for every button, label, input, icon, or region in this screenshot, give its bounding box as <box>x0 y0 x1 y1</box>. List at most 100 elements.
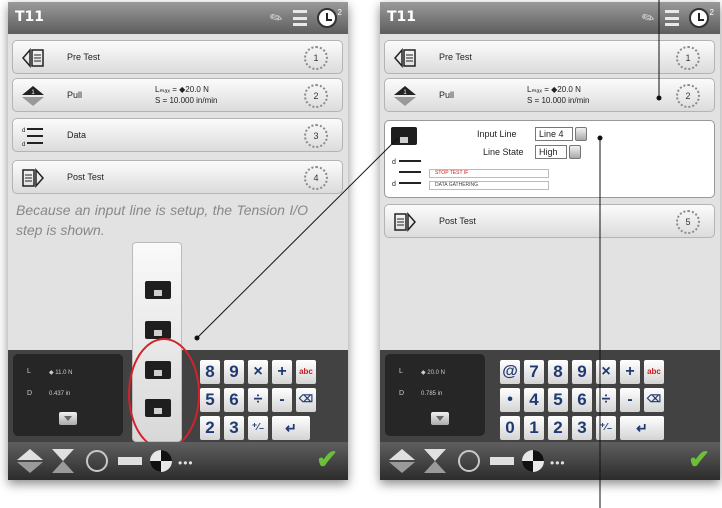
check-icon[interactable]: ✔ <box>316 444 338 475</box>
data-step-icon[interactable] <box>488 448 516 474</box>
cycle-step-icon[interactable] <box>84 448 110 474</box>
svg-text:d: d <box>22 128 25 134</box>
key-enter[interactable]: ↵ <box>272 416 310 440</box>
displacement-value: 0.437 in <box>49 391 71 397</box>
tension-io-step[interactable]: d d Input Line Line 4 Line State High ST… <box>384 120 715 198</box>
key-9[interactable]: 9 <box>224 360 244 384</box>
line-state-dropdown-icon[interactable] <box>569 145 581 159</box>
hourglass-step-icon[interactable] <box>422 448 448 474</box>
key-2[interactable]: 2 <box>200 416 220 440</box>
wrench-icon[interactable]: ✎ <box>638 7 658 29</box>
step-name: Pre Test <box>67 52 100 62</box>
line-state-select[interactable]: High <box>535 145 567 159</box>
pull-icon: 1 <box>22 86 44 106</box>
key-6[interactable]: 6 <box>224 388 244 412</box>
key-plus-minus[interactable]: ⁺⁄₋ <box>248 416 268 440</box>
input-line-dropdown-icon[interactable] <box>575 127 587 141</box>
key-0[interactable]: 0 <box>500 416 520 440</box>
key-divide[interactable]: ÷ <box>596 388 616 412</box>
step-post-test[interactable]: Post Test 4 <box>12 160 343 194</box>
pull-icon: 1 <box>394 86 416 106</box>
load-value: ◆ 20.0 N <box>421 370 445 376</box>
step-number: 1 <box>676 46 700 70</box>
svg-text:d: d <box>392 181 396 188</box>
menu-icon[interactable] <box>292 10 307 26</box>
key-multiply[interactable]: × <box>248 360 268 384</box>
key-backspace[interactable]: ⌫ <box>644 388 664 412</box>
input-line-label: Input Line <box>477 129 517 139</box>
live-readout: L ◆ 20.0 N D 0.785 in <box>385 354 485 436</box>
readout-dropdown-button[interactable] <box>59 412 77 425</box>
readout-dropdown-button[interactable] <box>431 412 449 425</box>
pre-test-icon <box>394 48 416 68</box>
right-device-screen: T11 ✎ 2 Pre Test 1 1 Pull Lₘₐₓ = ◆20.0 N… <box>380 2 720 480</box>
step-number: 5 <box>676 210 700 234</box>
key-backspace[interactable]: ⌫ <box>296 388 316 412</box>
bottom-toolbar: ••• ✔ <box>380 442 720 480</box>
step-pre-test[interactable]: Pre Test 1 <box>12 40 343 74</box>
step-number: 2 <box>676 84 700 108</box>
key-1[interactable]: 1 <box>524 416 544 440</box>
clock-icon[interactable] <box>688 8 709 28</box>
key-minus[interactable]: - <box>272 388 292 412</box>
step-post-test[interactable]: Post Test 5 <box>384 204 715 238</box>
step-name: Pre Test <box>439 52 472 62</box>
data-icon: d d <box>392 159 421 188</box>
test-title: T11 <box>387 9 417 25</box>
target-step-icon[interactable] <box>520 448 546 474</box>
pull-step-icon[interactable] <box>16 448 44 474</box>
step-number: 1 <box>304 46 328 70</box>
displacement-value: 0.785 in <box>421 391 443 397</box>
tray-step-icon[interactable] <box>145 321 171 339</box>
clock-icon[interactable] <box>316 8 337 28</box>
step-name: Post Test <box>67 172 104 182</box>
live-readout: L ◆ 11.0 N D 0.437 in <box>13 354 123 436</box>
key-5[interactable]: 5 <box>200 388 220 412</box>
pull-step-icon[interactable] <box>388 448 416 474</box>
input-line-select[interactable]: Line 4 <box>535 127 573 141</box>
key-plus[interactable]: + <box>272 360 292 384</box>
status-bar: T11 ✎ 2 <box>8 2 348 34</box>
post-test-icon <box>22 168 44 188</box>
post-test-icon <box>394 212 416 232</box>
step-pre-test[interactable]: Pre Test 1 <box>384 40 715 74</box>
tension-io-icon <box>391 127 417 145</box>
key-at[interactable]: @ <box>500 360 520 384</box>
key-multiply[interactable]: × <box>596 360 616 384</box>
menu-icon[interactable] <box>664 10 679 26</box>
check-icon[interactable]: ✔ <box>688 444 710 475</box>
key-6[interactable]: 6 <box>572 388 592 412</box>
step-number: 3 <box>304 124 328 148</box>
key-minus[interactable]: - <box>620 388 640 412</box>
step-data[interactable]: d d Data 3 <box>12 118 343 152</box>
pre-test-icon <box>22 48 44 68</box>
step-pull[interactable]: 1 Pull Lₘₐₓ = ◆20.0 N S = 10.000 in/min … <box>12 78 343 112</box>
key-plus[interactable]: + <box>620 360 640 384</box>
target-step-icon[interactable] <box>148 448 174 474</box>
key-decimal[interactable]: • <box>500 388 520 412</box>
status-bar: T11 ✎ 2 <box>380 2 720 34</box>
key-8[interactable]: 8 <box>548 360 568 384</box>
more-steps-icon[interactable]: ••• <box>550 456 566 470</box>
key-5[interactable]: 5 <box>548 388 568 412</box>
key-9[interactable]: 9 <box>572 360 592 384</box>
wrench-icon[interactable]: ✎ <box>266 7 286 29</box>
key-4[interactable]: 4 <box>524 388 544 412</box>
step-pull[interactable]: 1 Pull Lₘₐₓ = ◆20.0 N S = 10.000 in/min … <box>384 78 715 112</box>
key-abc[interactable]: abc <box>644 360 664 384</box>
key-7[interactable]: 7 <box>524 360 544 384</box>
key-3[interactable]: 3 <box>572 416 592 440</box>
key-8[interactable]: 8 <box>200 360 220 384</box>
cycle-step-icon[interactable] <box>456 448 482 474</box>
key-plus-minus[interactable]: ⁺⁄₋ <box>596 416 616 440</box>
key-2[interactable]: 2 <box>548 416 568 440</box>
key-3[interactable]: 3 <box>224 416 244 440</box>
more-steps-icon[interactable]: ••• <box>178 456 194 470</box>
key-enter[interactable]: ↵ <box>620 416 664 440</box>
hourglass-step-icon[interactable] <box>50 448 76 474</box>
data-step-icon[interactable] <box>116 448 144 474</box>
tray-step-icon[interactable] <box>145 281 171 299</box>
key-divide[interactable]: ÷ <box>248 388 268 412</box>
key-abc[interactable]: abc <box>296 360 316 384</box>
data-icon: d d <box>22 128 43 148</box>
